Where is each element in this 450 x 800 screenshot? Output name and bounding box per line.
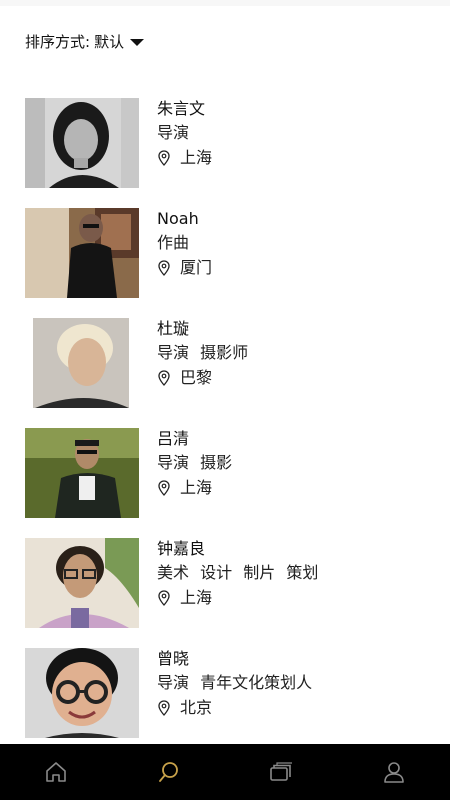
tab-profile[interactable] (364, 744, 424, 800)
person-name: 杜璇 (157, 319, 190, 338)
portrait-photo (25, 648, 139, 738)
people-list: 朱言文 导演 上海 Noah 作曲 厦门 杜璇 导演 摄影师 巴黎 吕清 导演 … (0, 98, 450, 758)
role-tag: 设计 (200, 563, 233, 582)
role-tag: 导演 (157, 343, 190, 362)
person-name: 曾晓 (157, 649, 190, 668)
person-roles: 美术 设计 制片 策划 (157, 563, 427, 585)
person-location: 厦门 (157, 257, 427, 279)
profile-icon (383, 762, 404, 783)
person-roles: 作曲 (157, 233, 427, 255)
location-pin-icon (158, 700, 170, 716)
role-tag: 策划 (286, 563, 319, 582)
portrait-photo (25, 98, 139, 188)
list-item[interactable]: 曾晓 导演 青年文化策划人 北京 (0, 648, 450, 738)
person-location: 上海 (157, 477, 427, 499)
role-tag: 导演 (157, 453, 190, 472)
person-name: Noah (157, 209, 199, 228)
person-name: 钟嘉良 (157, 539, 206, 558)
location-text: 上海 (180, 478, 213, 497)
person-location: 巴黎 (157, 367, 427, 389)
sort-dropdown[interactable]: 排序方式: 默认 (25, 30, 145, 52)
role-tag: 导演 (157, 123, 190, 142)
tab-cards[interactable] (251, 744, 311, 800)
role-tag: 制片 (243, 563, 276, 582)
role-tag: 作曲 (157, 233, 190, 252)
person-roles: 导演 摄影师 (157, 343, 427, 365)
role-tag: 青年文化策划人 (200, 673, 313, 692)
top-divider (0, 0, 450, 6)
list-item[interactable]: 朱言文 导演 上海 (0, 98, 450, 188)
sort-label: 排序方式: (25, 32, 91, 51)
portrait-photo (25, 538, 139, 628)
location-pin-icon (158, 480, 170, 496)
person-location: 上海 (157, 587, 427, 609)
location-pin-icon (158, 260, 170, 276)
tab-search[interactable] (139, 744, 199, 800)
person-location: 上海 (157, 147, 427, 169)
bottom-tab-bar (0, 744, 450, 800)
cards-icon (270, 762, 293, 781)
list-item[interactable]: 杜璇 导演 摄影师 巴黎 (0, 318, 450, 408)
location-text: 巴黎 (180, 368, 213, 387)
home-icon (46, 762, 67, 782)
role-tag: 摄影 (200, 453, 233, 472)
portrait-photo (25, 428, 139, 518)
location-text: 上海 (180, 148, 213, 167)
location-pin-icon (158, 590, 170, 606)
person-roles: 导演 (157, 123, 427, 145)
tab-home[interactable] (26, 744, 86, 800)
location-pin-icon (158, 150, 170, 166)
person-roles: 导演 摄影 (157, 453, 427, 475)
person-name: 吕清 (157, 429, 190, 448)
list-item[interactable]: 钟嘉良 美术 设计 制片 策划 上海 (0, 538, 450, 628)
role-tag: 摄影师 (200, 343, 249, 362)
portrait-photo (25, 318, 139, 408)
location-text: 北京 (180, 698, 213, 717)
sort-value: 默认 (94, 32, 125, 51)
portrait-photo (25, 208, 139, 298)
role-tag: 导演 (157, 673, 190, 692)
list-item[interactable]: 吕清 导演 摄影 上海 (0, 428, 450, 518)
person-name: 朱言文 (157, 99, 206, 118)
role-tag: 美术 (157, 563, 190, 582)
app-root: 排序方式: 默认 朱言文 导演 上海 Noah 作曲 厦门 杜璇 导演 摄影师 … (0, 0, 450, 800)
location-pin-icon (158, 370, 170, 386)
person-roles: 导演 青年文化策划人 (157, 673, 427, 695)
location-text: 厦门 (180, 258, 213, 277)
location-text: 上海 (180, 588, 213, 607)
search-icon (158, 762, 178, 782)
list-item[interactable]: Noah 作曲 厦门 (0, 208, 450, 298)
person-location: 北京 (157, 697, 427, 719)
caret-down-icon (130, 38, 145, 46)
